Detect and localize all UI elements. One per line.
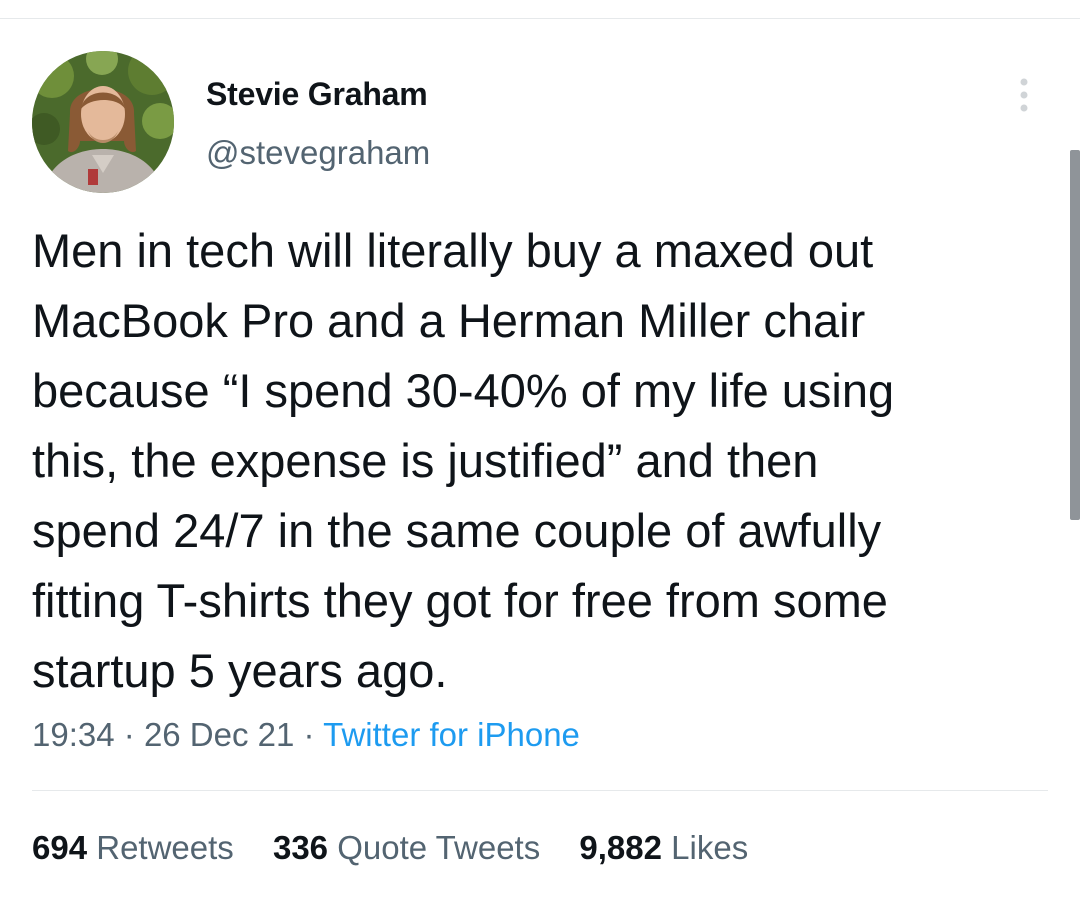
tweet-text-line: because “I spend 30-40% of my life using bbox=[32, 364, 895, 417]
meta-separator: · bbox=[123, 716, 135, 753]
stats-divider bbox=[32, 790, 1048, 791]
retweets-stat[interactable]: 694 Retweets bbox=[32, 829, 234, 866]
tweet-text-line: startup 5 years ago. bbox=[32, 644, 448, 697]
more-options-icon[interactable] bbox=[1012, 76, 1036, 116]
tweet-source[interactable]: Twitter for iPhone bbox=[323, 716, 580, 753]
tweet-time[interactable]: 19:34 bbox=[32, 716, 115, 753]
likes-label: Likes bbox=[671, 829, 749, 866]
tweet-text-line: MacBook Pro and a Herman Miller chair bbox=[32, 294, 866, 347]
tweet-stats: 694 Retweets 336 Quote Tweets 9,882 Like… bbox=[32, 829, 748, 867]
author-name[interactable]: Stevie Graham bbox=[206, 76, 428, 113]
quote-tweets-stat[interactable]: 336 Quote Tweets bbox=[273, 829, 540, 866]
scrollbar[interactable] bbox=[1070, 150, 1080, 520]
likes-count: 9,882 bbox=[579, 829, 662, 866]
tweet-text-line: fitting T-shirts they got for free from … bbox=[32, 574, 888, 627]
tweet-text: Men in tech will literally buy a maxed o… bbox=[32, 216, 1062, 706]
avatar-photo-icon bbox=[32, 51, 174, 193]
meta-separator: · bbox=[303, 716, 315, 753]
top-divider bbox=[0, 18, 1080, 19]
tweet-text-line: this, the expense is justified” and then bbox=[32, 434, 819, 487]
quote-tweets-count: 336 bbox=[272, 829, 329, 866]
tweet-meta: 19:34 · 26 Dec 21 · Twitter for iPhone bbox=[32, 716, 580, 754]
tweet-text-line: spend 24/7 in the same couple of awfully bbox=[32, 504, 882, 557]
avatar[interactable] bbox=[32, 51, 174, 193]
author-handle[interactable]: @stevegraham bbox=[206, 134, 430, 172]
likes-stat[interactable]: 9,882 Likes bbox=[579, 829, 748, 866]
retweets-count: 694 bbox=[32, 829, 88, 866]
tweet-text-line: Men in tech will literally buy a maxed o… bbox=[32, 224, 874, 277]
quote-tweets-label: Quote Tweets bbox=[337, 829, 541, 866]
tweet-date[interactable]: 26 Dec 21 bbox=[144, 716, 294, 753]
retweets-label: Retweets bbox=[96, 829, 234, 866]
